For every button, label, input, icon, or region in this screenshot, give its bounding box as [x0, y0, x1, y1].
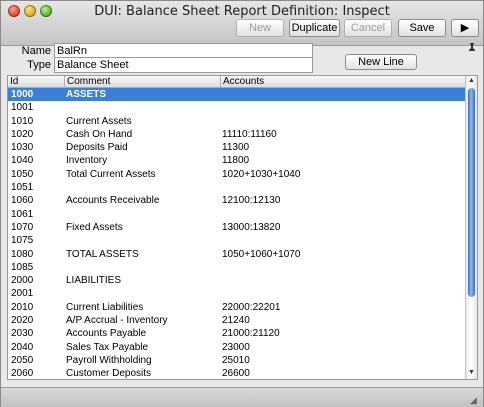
cell-id: 1050 [11, 168, 34, 180]
cell-accounts: 25010 [222, 354, 250, 366]
cell-accounts: 11800 [222, 155, 250, 167]
column-header-accounts[interactable]: Accounts [221, 76, 465, 87]
new-button[interactable]: New [236, 19, 284, 37]
table-row[interactable]: 1080 TOTAL ASSETS 1050+1060+1070 [8, 248, 465, 261]
cell-comment: Current Liabilities [66, 301, 144, 313]
cell-id: 1010 [11, 115, 34, 127]
vertical-scrollbar[interactable]: ▲ ▼ [465, 76, 477, 379]
inspect-window: DUI: Balance Sheet Report Definition: In… [0, 0, 484, 407]
cell-comment: A/P Accrual - Inventory [66, 315, 168, 327]
cell-accounts: 21240 [222, 315, 250, 327]
column-header-id[interactable]: Id [8, 76, 65, 87]
table-row[interactable]: 1060 Accounts Receivable 12100:12130 [8, 194, 465, 207]
cell-comment: Current Assets [66, 115, 132, 127]
table-row[interactable]: 2020 A/P Accrual - Inventory 21240 [8, 314, 465, 327]
cell-id: 1061 [11, 208, 34, 220]
cell-id: 2030 [11, 328, 34, 340]
table-row[interactable]: 1070 Fixed Assets 13000:13820 [8, 221, 465, 234]
table-row[interactable]: 2010 Current Liabilities 22000:22201 [8, 301, 465, 314]
arrow-up-icon[interactable]: ▲ [467, 76, 476, 86]
cell-accounts: 23000 [222, 341, 250, 353]
report-lines-table: Id Comment Accounts 1000 ASSETS 1001 1010 Cu… [7, 75, 478, 380]
cell-comment: Accounts Payable [66, 328, 147, 340]
cell-comment: Deposits Paid [66, 142, 128, 154]
cell-id: 1051 [11, 182, 34, 194]
cell-id: 2001 [11, 288, 34, 300]
table-row[interactable]: 2060 Customer Deposits 26600 [8, 367, 465, 380]
table-body: 1000 ASSETS 1001 1010 Current Assets 1020 Cash… [8, 88, 465, 380]
cell-comment: ASSETS [66, 89, 107, 100]
table-row[interactable]: 2000 LIABILITIES [8, 274, 465, 287]
cell-comment: Customer Deposits [66, 368, 152, 380]
resize-grip-icon[interactable]: ◢ [470, 395, 480, 405]
table-row[interactable]: 1030 Deposits Paid 11300 [8, 141, 465, 154]
cell-id: 1080 [11, 248, 34, 260]
title-bar: DUI: Balance Sheet Report Definition: In… [1, 1, 483, 46]
status-bar: ◢ [1, 387, 483, 407]
cell-comment: Sales Tax Payable [66, 341, 149, 353]
pin-icon[interactable] [467, 43, 477, 58]
table-row[interactable]: 1040 Inventory 11800 [8, 154, 465, 167]
cell-comment: Inventory [66, 155, 108, 167]
table-row[interactable]: 1000 ASSETS [8, 88, 465, 102]
cell-accounts: 11110:11160 [222, 128, 277, 140]
table-row[interactable]: 1061 [8, 208, 465, 221]
table-row[interactable]: 2030 Accounts Payable 21000:21120 [8, 327, 465, 340]
cell-comment: Fixed Assets [66, 221, 123, 233]
table-row[interactable]: 2040 Sales Tax Payable 23000 [8, 341, 465, 354]
cell-accounts: 11300 [222, 142, 250, 154]
cell-id: 2040 [11, 341, 34, 353]
cell-comment: Cash On Hand [66, 128, 133, 140]
cell-accounts: 13000:13820 [222, 221, 281, 233]
cell-id: 1075 [11, 235, 34, 247]
duplicate-button[interactable]: Duplicate [289, 19, 340, 37]
cell-id: 2010 [11, 301, 34, 313]
cell-comment: LIABILITIES [66, 275, 122, 287]
cell-id: 1001 [11, 102, 34, 114]
cell-comment: TOTAL ASSETS [66, 248, 139, 260]
cell-accounts: 21000:21120 [222, 328, 280, 340]
cell-comment: Accounts Receivable [66, 195, 160, 207]
cell-id: 1060 [11, 195, 34, 207]
cancel-button[interactable]: Cancel [344, 19, 392, 37]
table-header: Id Comment Accounts [8, 76, 465, 88]
table-row[interactable]: 2050 Payroll Withholding 25010 [8, 354, 465, 367]
cell-id: 2050 [11, 354, 34, 366]
table-row[interactable]: 2001 [8, 287, 465, 300]
cell-id: 2020 [11, 315, 34, 327]
cell-id: 1070 [11, 221, 34, 233]
table-row[interactable]: 1085 [8, 261, 465, 274]
cell-id: 2060 [11, 368, 34, 380]
cell-accounts: 1050+1060+1070 [222, 248, 301, 260]
table-row[interactable]: 1001 [8, 101, 465, 114]
cell-comment: Payroll Withholding [66, 354, 152, 366]
arrow-down-icon[interactable]: ▼ [467, 368, 476, 378]
table-row[interactable]: 1051 [8, 181, 465, 194]
name-label: Name [21, 45, 51, 57]
cell-accounts: 26600 [222, 368, 250, 380]
new-line-button[interactable]: New Line [345, 54, 417, 70]
cell-id: 2000 [11, 275, 34, 287]
table-row[interactable]: 1020 Cash On Hand 11110:11160 [8, 128, 465, 141]
cell-accounts: 1020+1030+1040 [222, 168, 301, 180]
cell-accounts: 22000:22201 [222, 301, 281, 313]
column-header-comment[interactable]: Comment [65, 76, 221, 87]
cell-id: 1085 [11, 261, 34, 273]
cell-id: 1030 [11, 142, 34, 154]
cell-comment: Total Current Assets [66, 168, 156, 180]
table-row[interactable]: 1075 [8, 234, 465, 247]
cell-accounts: 12100:12130 [222, 195, 281, 207]
scroll-thumb[interactable] [468, 88, 475, 297]
window-title: DUI: Balance Sheet Report Definition: In… [94, 4, 390, 19]
cell-id: 1000 [11, 89, 34, 100]
table-row[interactable]: 1050 Total Current Assets 1020+1030+1040 [8, 168, 465, 181]
table-row[interactable]: 1010 Current Assets [8, 115, 465, 128]
save-button[interactable]: Save [398, 19, 446, 37]
type-field[interactable]: Balance Sheet [54, 57, 313, 73]
next-record-button[interactable]: ▶ [451, 19, 479, 37]
cell-id: 1020 [11, 128, 34, 140]
type-label: Type [27, 59, 51, 71]
cell-id: 1040 [11, 155, 34, 167]
